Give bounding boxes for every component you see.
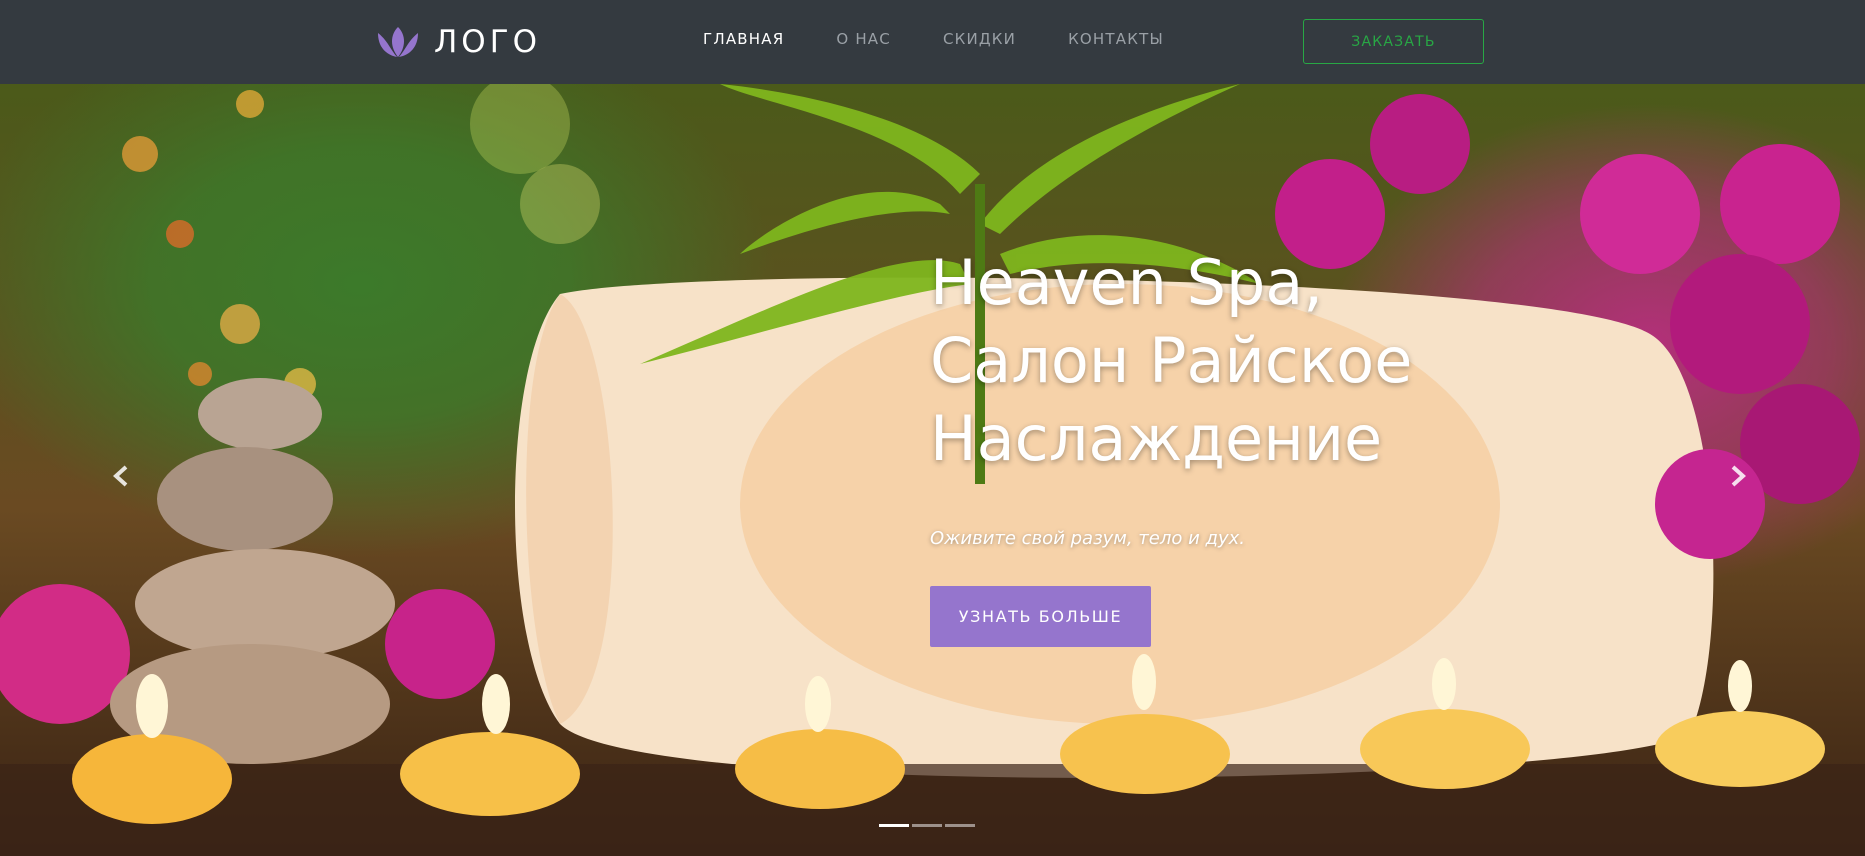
hero-title-line-2: Салон Райское — [930, 324, 1413, 397]
carousel-indicator-2[interactable] — [912, 824, 942, 827]
lotus-icon — [378, 27, 418, 57]
hero-carousel: Heaven Spa, Салон Райское Наслаждение Ож… — [0, 84, 1865, 856]
chevron-left-icon — [113, 465, 128, 487]
chevron-right-icon — [1731, 465, 1746, 487]
nav-link-contacts[interactable]: КОНТАКТЫ — [1068, 30, 1164, 48]
nav-link-about[interactable]: О НАС — [836, 30, 891, 48]
main-nav: ГЛАВНАЯ О НАС СКИДКИ КОНТАКТЫ — [703, 30, 1216, 48]
carousel-indicators — [879, 824, 978, 827]
brand-text: ЛОГО — [434, 24, 542, 60]
carousel-next-button[interactable] — [1718, 456, 1758, 496]
hero-subtitle: Оживите свой разум, тело и дух. — [930, 528, 1245, 549]
carousel-indicator-3[interactable] — [945, 824, 975, 827]
navbar: ЛОГО ГЛАВНАЯ О НАС СКИДКИ КОНТАКТЫ ЗАКАЗ… — [0, 0, 1865, 84]
hero-title-line-3: Наслаждение — [930, 402, 1383, 475]
order-button[interactable]: ЗАКАЗАТЬ — [1303, 19, 1484, 64]
nav-link-home[interactable]: ГЛАВНАЯ — [703, 30, 784, 48]
brand[interactable]: ЛОГО — [376, 22, 541, 62]
hero-title: Heaven Spa, Салон Райское Наслаждение — [930, 244, 1490, 478]
learn-more-button[interactable]: УЗНАТЬ БОЛЬШЕ — [930, 586, 1151, 647]
carousel-indicator-1[interactable] — [879, 824, 909, 827]
nav-link-discounts[interactable]: СКИДКИ — [943, 30, 1016, 48]
carousel-prev-button[interactable] — [101, 456, 141, 496]
hero-title-line-1: Heaven Spa, — [930, 246, 1324, 319]
